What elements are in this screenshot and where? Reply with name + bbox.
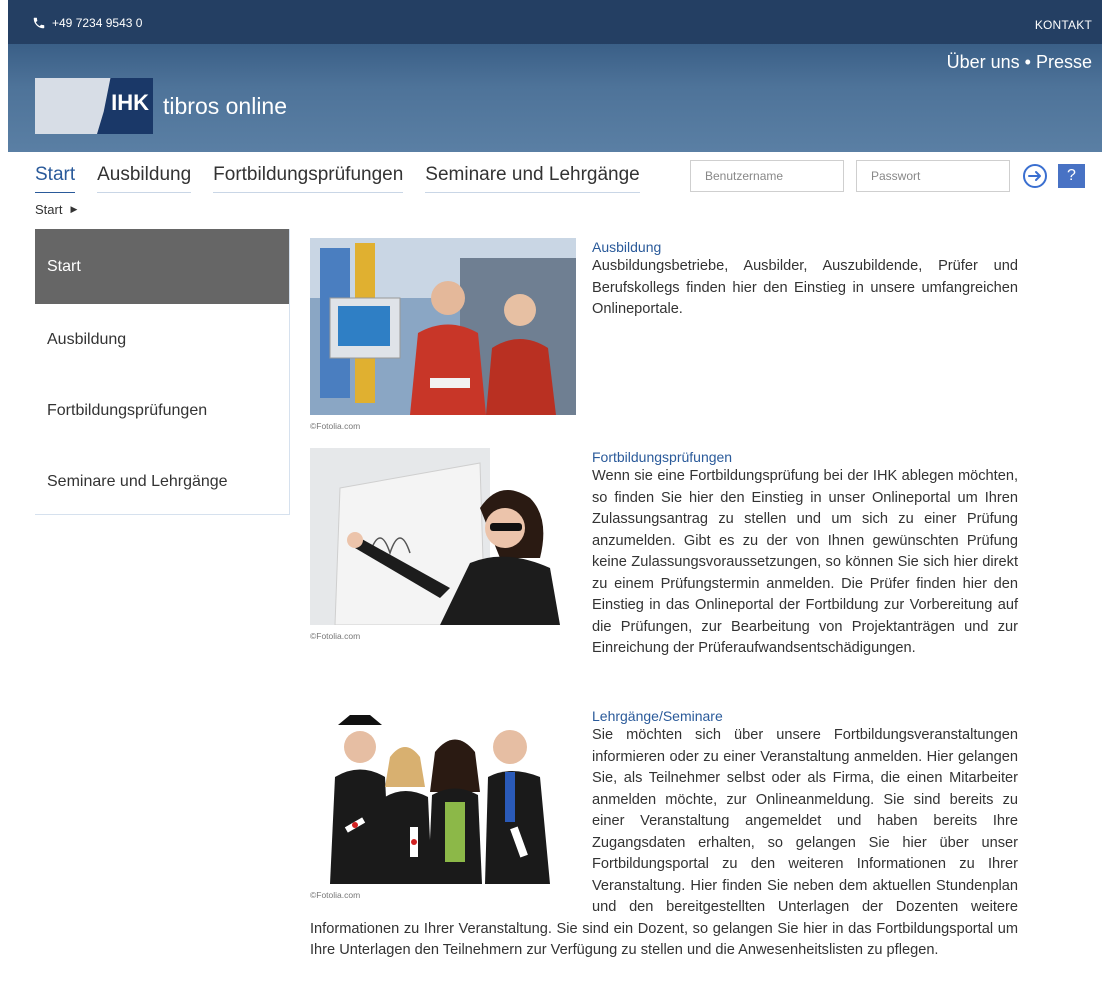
about-link[interactable]: Über uns [947, 52, 1020, 72]
sidebar-item-seminare[interactable]: Seminare und Lehrgänge [35, 446, 289, 517]
password-input[interactable] [856, 160, 1010, 192]
sidebar-item-ausbildung[interactable]: Ausbildung [35, 304, 289, 375]
phone-icon [33, 17, 45, 29]
workers-photo [310, 238, 576, 415]
press-link[interactable]: Presse [1036, 52, 1092, 72]
ihk-logo: IHK [35, 78, 153, 134]
image-seminare: ©Fotolia.com [310, 707, 576, 907]
kontakt-link[interactable]: KONTAKT [1035, 18, 1092, 32]
nav-item-fortbildungspruefungen[interactable]: Fortbildungsprüfungen [213, 164, 404, 193]
username-input[interactable] [690, 160, 844, 192]
sidebar: Start Ausbildung Fortbildungsprüfungen S… [35, 229, 290, 515]
login-arrow-icon [1023, 164, 1047, 188]
image-credit: ©Fotolia.com [310, 631, 361, 641]
section-seminare: ©Fotolia.com Lehrgänge/Seminare Sie möch… [310, 707, 1018, 962]
phone-number[interactable]: +49 7234 9543 0 [32, 16, 142, 30]
nav-item-seminare[interactable]: Seminare und Lehrgänge [425, 164, 640, 193]
breadcrumb-arrow-icon: ▶ [70, 204, 78, 214]
main-nav: Start Ausbildung Fortbildungsprüfungen S… [35, 164, 662, 193]
meta-links: Über uns • Presse [947, 52, 1092, 73]
breadcrumb: Start ▶ [35, 202, 77, 217]
nav-item-start[interactable]: Start [35, 164, 76, 193]
section-fortbildung: ©Fotolia.com Fortbildungsprüfungen Wenn … [310, 448, 1018, 701]
image-ausbildung: ©Fotolia.com [310, 238, 576, 438]
section-ausbildung: ©Fotolia.com Ausbildung Ausbildungsbetri… [310, 238, 1018, 442]
image-credit: ©Fotolia.com [310, 421, 361, 431]
sidebar-item-fortbildungspruefungen[interactable]: Fortbildungsprüfungen [35, 375, 289, 446]
login-form: ? [690, 160, 1085, 192]
meta-separator: • [1024, 52, 1031, 72]
sidebar-item-start[interactable]: Start [35, 229, 289, 304]
logo[interactable]: IHK tibros online [35, 78, 287, 134]
welcome-photo [310, 448, 576, 625]
phone-text: +49 7234 9543 0 [52, 16, 143, 30]
help-button[interactable]: ? [1058, 164, 1085, 188]
image-credit: ©Fotolia.com [310, 890, 361, 900]
header-banner: Über uns • Presse IHK tibros online [8, 44, 1102, 152]
app-title: tibros online [163, 92, 288, 119]
nav-item-ausbildung[interactable]: Ausbildung [97, 164, 192, 193]
image-fortbildung: ©Fotolia.com [310, 448, 576, 648]
breadcrumb-current[interactable]: Start [35, 202, 62, 217]
main-content: ©Fotolia.com Ausbildung Ausbildungsbetri… [310, 232, 1018, 962]
login-button[interactable] [1022, 163, 1048, 189]
top-bar: +49 7234 9543 0 KONTAKT [8, 0, 1102, 44]
graduates-photo [310, 707, 576, 884]
ihk-logo-text: IHK [111, 90, 149, 115]
